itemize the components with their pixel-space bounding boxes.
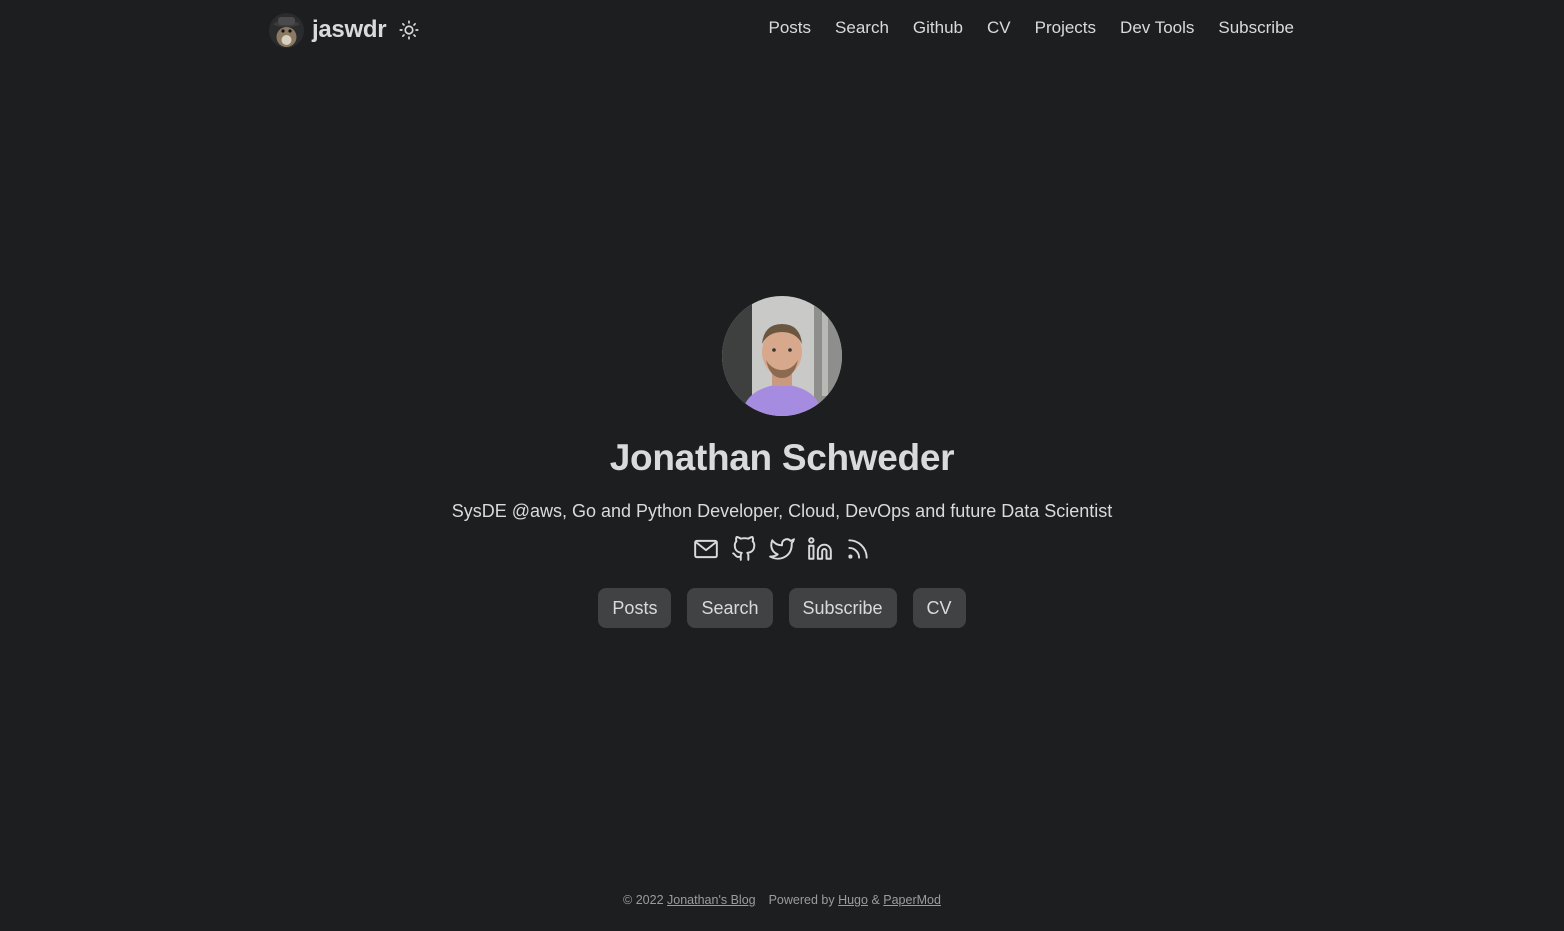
menu-link-projects[interactable]: Projects <box>1035 18 1096 37</box>
menu-item-github: Github <box>913 18 963 38</box>
email-icon[interactable] <box>693 536 719 562</box>
menu-item-cv: CV <box>987 18 1011 38</box>
menu-item-projects: Projects <box>1035 18 1096 38</box>
subscribe-button[interactable]: Subscribe <box>788 588 897 629</box>
footer-blog-link[interactable]: Jonathan's Blog <box>667 893 756 907</box>
footer-papermod-link[interactable]: PaperMod <box>883 893 941 907</box>
theme-toggle-sun-icon[interactable] <box>398 19 420 41</box>
site-header: jaswdr Posts Search Github CV Projects D… <box>0 0 1564 60</box>
menu-link-posts[interactable]: Posts <box>769 18 812 37</box>
menu-item-posts: Posts <box>769 18 812 38</box>
posts-button[interactable]: Posts <box>598 588 672 629</box>
menu-link-dev-tools[interactable]: Dev Tools <box>1120 18 1194 37</box>
cv-button[interactable]: CV <box>912 588 966 629</box>
twitter-icon[interactable] <box>769 536 795 562</box>
social-icons <box>693 536 871 562</box>
menu-item-dev-tools: Dev Tools <box>1120 18 1194 38</box>
rss-icon[interactable] <box>845 536 871 562</box>
menu-link-search[interactable]: Search <box>835 18 889 37</box>
main-menu: Posts Search Github CV Projects Dev Tool… <box>769 18 1295 38</box>
menu-link-github[interactable]: Github <box>913 18 963 37</box>
search-button[interactable]: Search <box>687 588 773 629</box>
footer-amp: & <box>871 893 880 907</box>
menu-item-subscribe: Subscribe <box>1218 18 1294 38</box>
linkedin-icon[interactable] <box>807 536 833 562</box>
menu-link-cv[interactable]: CV <box>987 18 1011 37</box>
footer-copyright: © 2022 <box>623 893 664 907</box>
github-icon[interactable] <box>731 536 757 562</box>
profile-section: Jonathan Schweder SysDE @aws, Go and Pyt… <box>0 296 1564 629</box>
profile-subtitle: SysDE @aws, Go and Python Developer, Clo… <box>451 500 1113 521</box>
footer-powered-by: Powered by <box>768 893 835 907</box>
profile-avatar <box>722 296 842 416</box>
menu-item-search: Search <box>835 18 889 38</box>
menu-link-subscribe[interactable]: Subscribe <box>1218 18 1294 37</box>
site-footer: © 2022 Jonathan's Blog Powered by Hugo &… <box>0 893 1564 907</box>
profile-name: Jonathan Schweder <box>609 437 955 478</box>
logo-image[interactable] <box>269 12 304 48</box>
footer-hugo-link[interactable]: Hugo <box>838 893 868 907</box>
profile-buttons: Posts Search Subscribe CV <box>598 588 966 629</box>
logo-area: jaswdr <box>269 12 420 48</box>
logo-text[interactable]: jaswdr <box>312 16 387 44</box>
